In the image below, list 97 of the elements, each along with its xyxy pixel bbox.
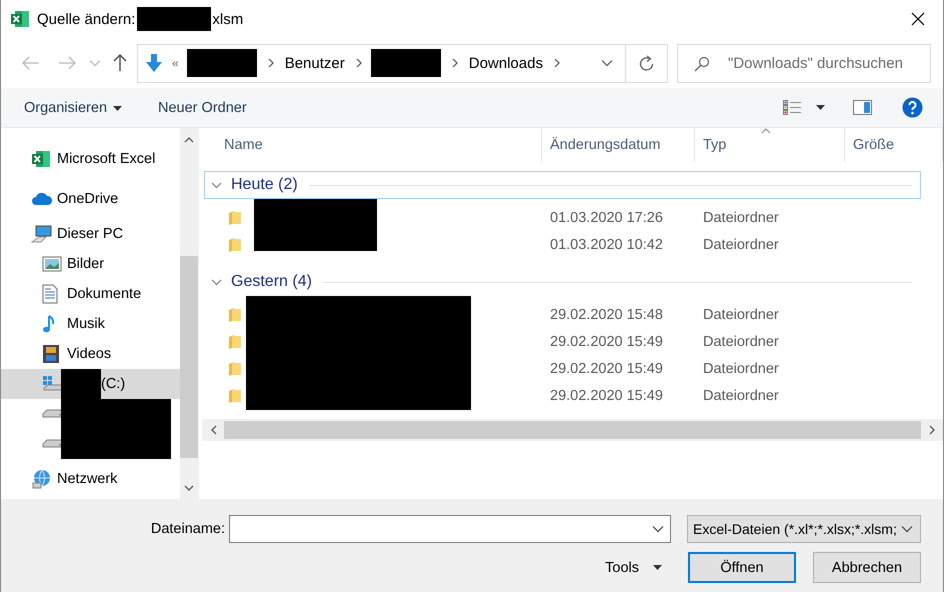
folder-icon: [228, 236, 242, 252]
chevron-right-icon: [266, 58, 275, 68]
column-header[interactable]: Änderungsdatum: [542, 128, 695, 162]
refresh-icon: [638, 54, 654, 72]
drive-icon: [42, 409, 64, 419]
arrow-left-icon: [22, 56, 40, 70]
chevron-down-icon: [601, 59, 613, 67]
column-header[interactable]: Name: [202, 128, 542, 162]
redaction-block: [186, 49, 257, 77]
arrow-right-icon: [58, 56, 76, 70]
chevron-down-icon: [900, 525, 913, 533]
sidebar-item[interactable]: Dieser PC: [1, 219, 180, 249]
column-header[interactable]: Typ: [695, 128, 845, 162]
chevron-up-icon: [184, 136, 194, 142]
chevron-right-icon: [928, 425, 936, 435]
toolbar-button[interactable]: Neuer Ordner: [148, 96, 257, 120]
column-label: Typ: [703, 137, 726, 153]
picture-icon: [42, 256, 62, 272]
sidebar-item[interactable]: Dokumente: [1, 279, 180, 309]
sidebar-item[interactable]: (C:): [1, 369, 180, 399]
dialog-button[interactable]: Abbrechen: [813, 552, 921, 583]
table-cell-text: 29.02.2020 15:49: [549, 334, 664, 350]
chevron-down-icon: [211, 182, 222, 188]
table-cell-text: 29.02.2020 15:49: [549, 388, 664, 404]
table-cell-text: Dateiordner: [702, 210, 780, 226]
toolbar-button[interactable]: Organisieren: [14, 96, 132, 120]
breadcrumb-item[interactable]: Benutzer: [282, 54, 347, 72]
computer-icon: [31, 225, 53, 243]
window-title-suffix: xlsm: [212, 10, 244, 28]
preview-pane-icon: [853, 100, 872, 115]
column-label: Änderungsdatum: [550, 137, 660, 153]
table-cell-text: 29.02.2020 15:48: [549, 306, 664, 322]
file-type-dropdown[interactable]: Excel-Dateien (*.xl*;*.xlsx;*.xlsm;: [687, 515, 921, 543]
film-icon: [42, 344, 60, 364]
tools-button[interactable]: Tools: [599, 558, 668, 576]
column-label: Name: [224, 137, 263, 153]
close-icon: [911, 12, 925, 26]
search-icon: [694, 56, 710, 72]
spreadsheet-icon: [10, 10, 30, 28]
caret-icon: [816, 105, 825, 110]
chevron-down-icon: [652, 525, 664, 533]
scrollbar-thumb[interactable]: [180, 256, 198, 458]
chevron-down-icon: [89, 59, 101, 67]
globe-icon: [31, 469, 53, 489]
sort-caret-icon: [761, 128, 771, 134]
document-icon: [42, 284, 58, 304]
table-cell-text: Dateiordner: [702, 360, 780, 376]
download-arrow-icon: [146, 54, 162, 72]
chevron-down-icon: [184, 484, 194, 492]
drive-icon: [42, 439, 64, 449]
chevron-right-icon: [354, 58, 363, 68]
folder-icon: [228, 306, 242, 322]
table-cell-text: Dateiordner: [702, 236, 780, 252]
window-title: Quelle ändern:: [37, 10, 136, 28]
music-note-icon: [42, 314, 56, 334]
filename-field[interactable]: [229, 515, 671, 543]
folder-icon: [228, 210, 242, 226]
table-cell-text: 01.03.2020 17:26: [549, 210, 664, 226]
folder-icon: [228, 388, 242, 404]
chevron-right-icon: [552, 58, 561, 68]
sidebar-item[interactable]: Netzwerk: [1, 459, 180, 499]
table-cell-text: Dateiordner: [702, 306, 780, 322]
drive-icon: [42, 375, 64, 393]
redaction-block: [370, 49, 441, 77]
group-header[interactable]: Heute (2): [204, 171, 921, 199]
column-label: Größe: [853, 137, 894, 153]
group-header[interactable]: Gestern (4): [204, 268, 921, 296]
cloud-icon: [31, 192, 53, 206]
sidebar-item[interactable]: Musik: [1, 309, 180, 339]
column-header[interactable]: Größe: [845, 128, 943, 162]
refresh-button[interactable]: [626, 44, 668, 82]
chevron-right-icon: [450, 58, 459, 68]
sidebar-item[interactable]: Microsoft Excel: [1, 139, 180, 179]
table-cell-text: 29.02.2020 15:49: [549, 360, 664, 376]
caret-icon: [653, 565, 662, 570]
sidebar-item[interactable]: OneDrive: [1, 179, 180, 219]
dialog-button[interactable]: Öffnen: [688, 552, 796, 583]
chevron-down-icon: [211, 278, 222, 286]
details-view-icon: [783, 100, 802, 115]
scrollbar-thumb[interactable]: [224, 421, 921, 439]
sidebar-item[interactable]: Bilder: [1, 249, 180, 279]
table-cell-text: Dateiordner: [702, 388, 780, 404]
help-icon: [902, 97, 923, 118]
caret-icon: [113, 106, 122, 110]
folder-icon: [228, 334, 242, 350]
folder-icon: [228, 360, 242, 376]
table-cell-text: Dateiordner: [702, 334, 780, 350]
sidebar-item[interactable]: Videos: [1, 339, 180, 369]
table-cell-text: 01.03.2020 10:42: [549, 236, 664, 252]
arrow-up-icon: [113, 54, 127, 72]
address-bar[interactable]: « Benutzer Downloads: [137, 44, 626, 82]
breadcrumb-item[interactable]: Downloads: [466, 54, 545, 72]
spreadsheet-icon: [31, 150, 51, 168]
search-field[interactable]: "Downloads" durchsuchen: [677, 44, 931, 82]
field-label: Dateiname:: [150, 521, 225, 537]
chevron-left-icon: [210, 425, 216, 435]
overflow-chevrons[interactable]: «: [172, 56, 179, 70]
